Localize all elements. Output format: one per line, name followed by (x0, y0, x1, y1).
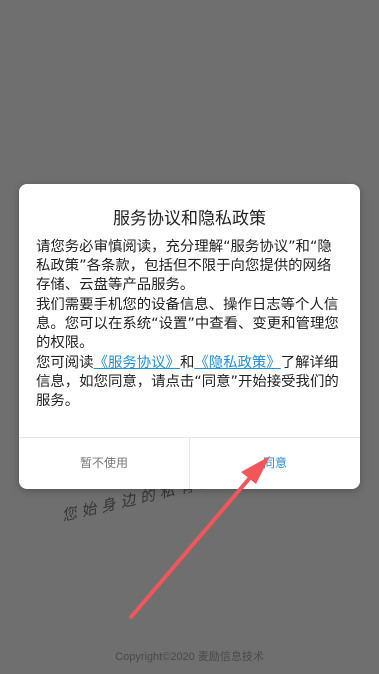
read-prefix-text: 您可阅读 (36, 355, 94, 371)
consent-paragraph-1: 请您务必审慎阅读，充分理解“服务协议”和“隐私政策”各条款，包括但不限于向您提供… (36, 239, 332, 293)
service-agreement-link[interactable]: 《服务协议》 (94, 355, 180, 371)
consent-paragraph-3: 您可阅读《服务协议》和《隐私政策》了解详细信息，如您同意，请点击“同意”开始接受… (36, 354, 345, 411)
privacy-consent-dialog: 服务协议和隐私政策 请您务必审慎阅读，充分理解“服务协议”和“隐私政策”各条款，… (19, 184, 360, 489)
and-text: 和 (179, 355, 195, 371)
app-background: 您始身边的私有云存储专家 Copyright©2020 麦励信息技术 服务协议和… (0, 0, 379, 674)
decline-button[interactable]: 暂不使用 (19, 438, 189, 489)
dialog-body: 请您务必审慎阅读，充分理解“服务协议”和“隐私政策”各条款，包括但不限于向您提供… (36, 238, 345, 411)
consent-paragraph-2: 我们需要手机您的设备信息、操作日志等个人信息。您可以在系统“设置”中查看、变更和… (36, 297, 339, 351)
copyright-text: Copyright©2020 麦励信息技术 (115, 651, 264, 663)
privacy-policy-link[interactable]: 《隐私政策》 (194, 355, 280, 371)
dialog-title: 服务协议和隐私政策 (113, 209, 266, 229)
agree-button[interactable]: 同意 (190, 438, 360, 489)
